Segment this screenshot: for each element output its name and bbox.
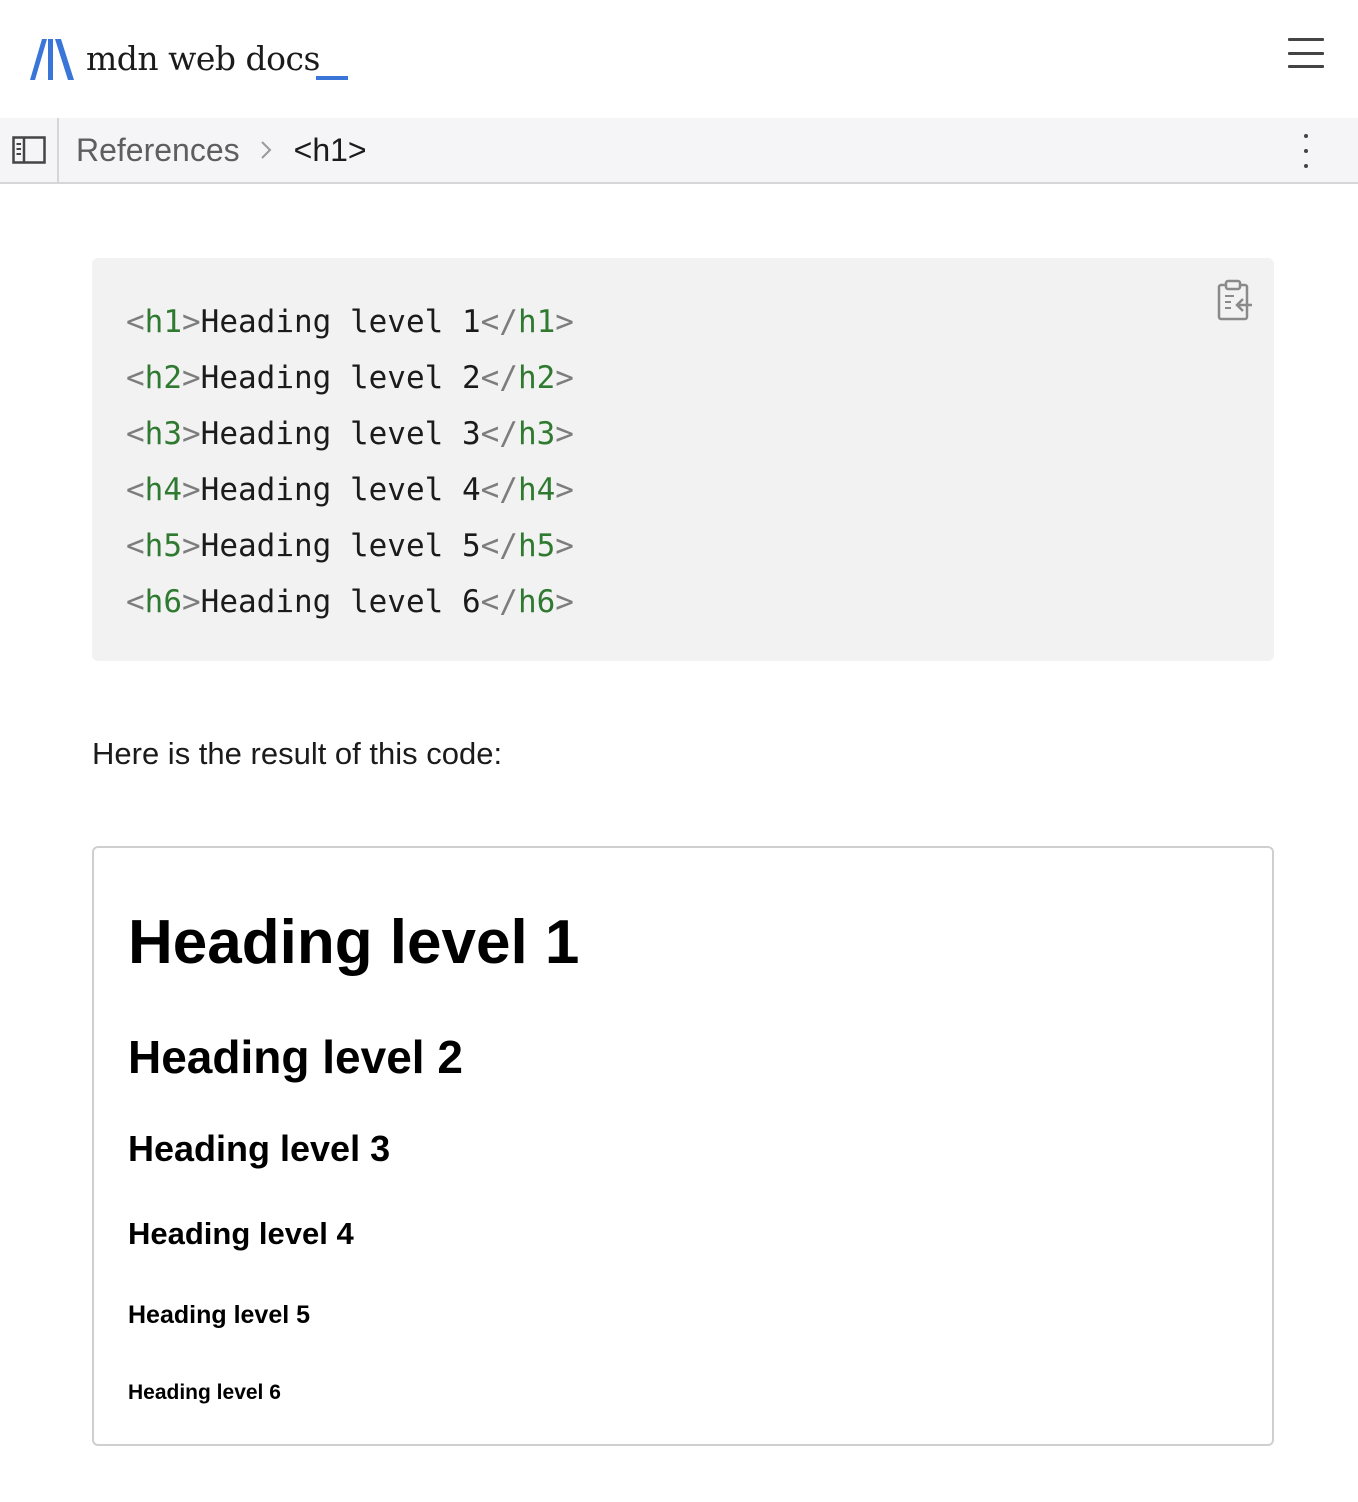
sidebar-toggle-button[interactable]: [0, 118, 59, 182]
hamburger-menu-icon[interactable]: [1288, 38, 1324, 68]
breadcrumb-link-references[interactable]: References: [76, 132, 240, 169]
result-intro-text: Here is the result of this code:: [92, 736, 503, 771]
sidebar-panel-icon: [11, 136, 46, 164]
breadcrumb-link-h1[interactable]: <h1>: [294, 132, 367, 169]
code-listing: <h1>Heading level 1</h1> <h2>Heading leve…: [126, 294, 574, 630]
chevron-right-icon: [260, 140, 272, 160]
mdn-logo-link[interactable]: mdn web docs: [28, 34, 348, 84]
code-line: <h2>Heading level 2</h2>: [126, 360, 574, 396]
live-result-frame: Heading level 1 Heading level 2 Heading …: [92, 846, 1274, 1446]
vertical-dots-icon[interactable]: [1294, 134, 1318, 168]
code-line: <h1>Heading level 1</h1>: [126, 304, 574, 340]
code-example: <h1>Heading level 1</h1> <h2>Heading leve…: [92, 258, 1274, 661]
logo-wordmark: mdn web docs: [86, 39, 320, 78]
breadcrumb: References <h1>: [76, 118, 367, 182]
result-heading-5: Heading level 5: [128, 1301, 311, 1329]
logo-cursor-underscore: [316, 76, 348, 80]
result-heading-4: Heading level 4: [128, 1216, 354, 1251]
site-header: mdn web docs: [0, 0, 1358, 118]
mdn-m-logo-icon: [30, 39, 74, 80]
code-line: <h3>Heading level 3</h3>: [126, 416, 574, 452]
code-line: <h5>Heading level 5</h5>: [126, 528, 574, 564]
clipboard-copy-icon: [1217, 279, 1252, 321]
code-line: <h4>Heading level 4</h4>: [126, 472, 574, 508]
result-heading-6: Heading level 6: [128, 1381, 281, 1404]
breadcrumb-bar: References <h1>: [0, 118, 1358, 184]
result-heading-1: Heading level 1: [128, 908, 580, 977]
result-heading-2: Heading level 2: [128, 1031, 463, 1083]
result-heading-3: Heading level 3: [128, 1128, 391, 1169]
code-line: <h6>Heading level 6</h6>: [126, 584, 574, 620]
copy-code-button[interactable]: [1214, 278, 1256, 324]
